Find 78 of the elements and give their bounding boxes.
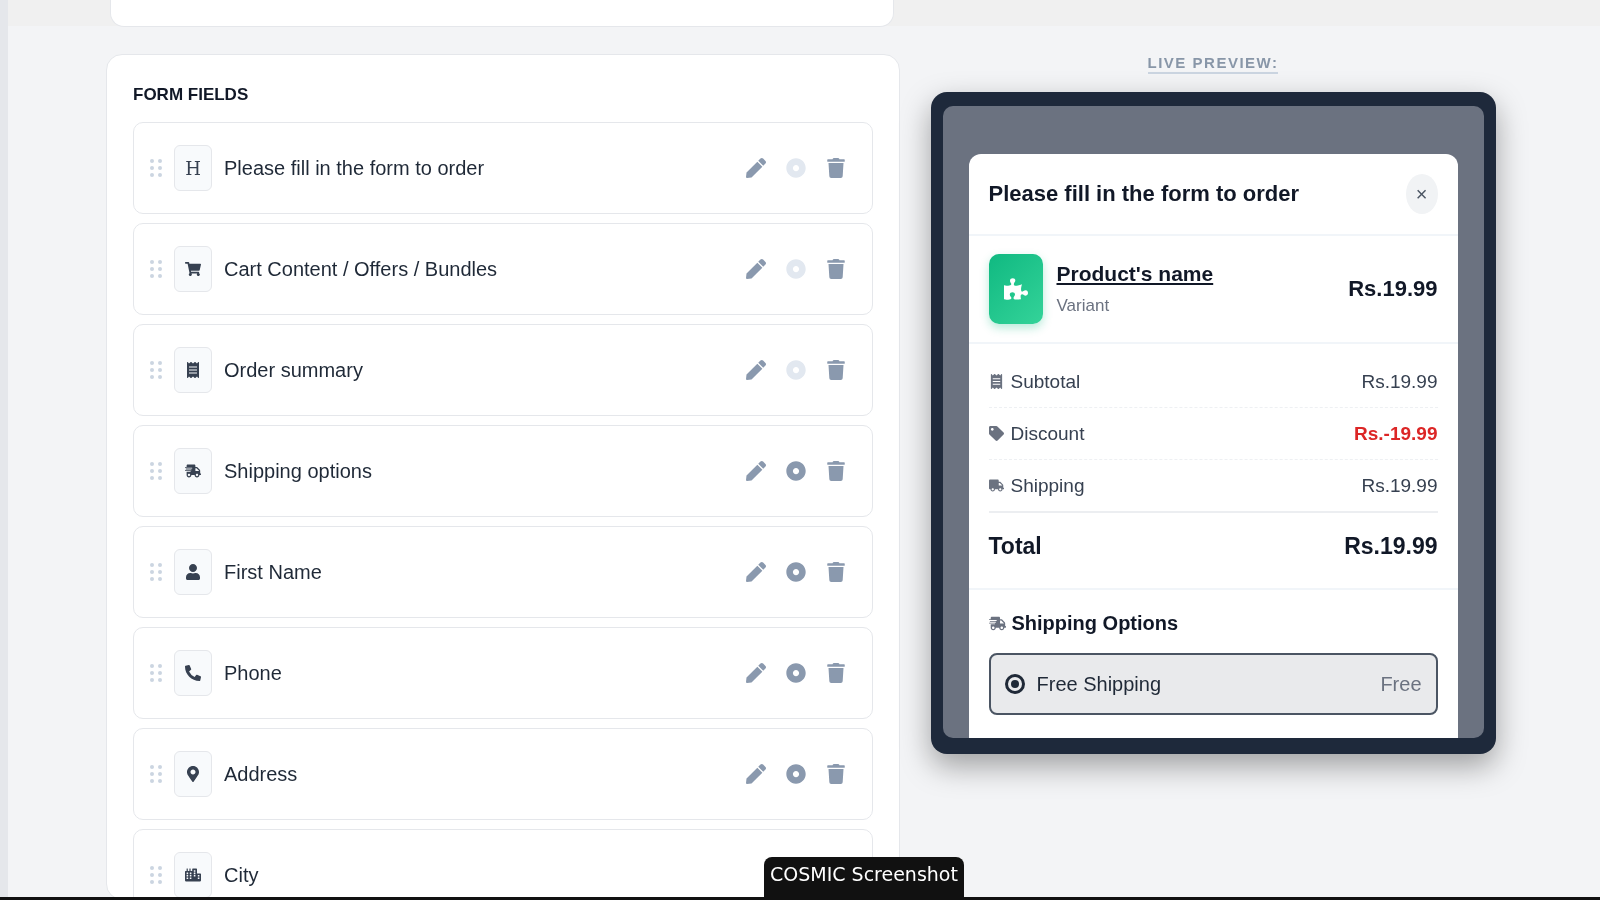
field-label: Address [224, 762, 298, 786]
field-row[interactable]: H Please fill in the form to order [133, 122, 873, 214]
field-row[interactable]: First Name [133, 526, 873, 618]
edit-button[interactable] [746, 158, 766, 178]
delete-button[interactable] [826, 360, 846, 380]
edit-button[interactable] [746, 259, 766, 279]
edit-button[interactable] [746, 461, 766, 481]
option-label: Free Shipping [1036, 672, 1163, 696]
summary-value: Rs.19.99 [1361, 370, 1438, 393]
field-label: City [224, 863, 259, 887]
visibility-toggle[interactable] [786, 562, 806, 582]
field-label: First Name [224, 560, 322, 584]
field-label: Cart Content / Offers / Bundles [224, 257, 498, 281]
delete-button[interactable] [826, 663, 846, 683]
field-label: Please fill in the form to order [224, 156, 485, 180]
drag-handle-icon[interactable] [150, 562, 162, 582]
field-label: Phone [224, 661, 282, 685]
shipping-options-title: Shipping Options [1011, 612, 1179, 635]
visibility-toggle[interactable] [786, 764, 806, 784]
puzzle-icon [1003, 277, 1028, 301]
radio-button[interactable] [1004, 674, 1025, 694]
city-icon [185, 867, 201, 883]
product-name-link[interactable]: Product's name [1056, 262, 1214, 286]
close-button[interactable]: × [1405, 174, 1438, 214]
option-price: Free [1380, 672, 1422, 696]
preview-label: LIVE PREVIEW: [1147, 54, 1279, 74]
delete-button[interactable] [826, 158, 846, 178]
delete-button[interactable] [826, 259, 846, 279]
receipt-icon [988, 374, 1004, 389]
product-variant: Variant [1056, 296, 1111, 316]
edit-button[interactable] [746, 764, 766, 784]
visibility-toggle[interactable] [786, 461, 806, 481]
cart-icon [185, 261, 201, 277]
shipping-option[interactable]: Free Shipping Free [988, 653, 1438, 715]
delete-button[interactable] [826, 461, 846, 481]
modal-title: Please fill in the form to order [988, 181, 1299, 207]
truck-icon [988, 478, 1004, 493]
tag-icon [988, 426, 1004, 441]
drag-handle-icon[interactable] [150, 158, 162, 178]
product-price: Rs.19.99 [1348, 276, 1438, 302]
field-row[interactable]: Address [133, 728, 873, 820]
drag-handle-icon[interactable] [150, 259, 162, 279]
field-row[interactable]: Cart Content / Offers / Bundles [133, 223, 873, 315]
tooltip: COSMIC Screenshot [764, 857, 964, 897]
phone-icon [185, 665, 201, 681]
field-row[interactable]: Shipping options [133, 425, 873, 517]
summary-value: Rs.19.99 [1361, 474, 1438, 497]
user-icon [185, 564, 201, 580]
total-label: Total [988, 533, 1042, 560]
delete-button[interactable] [826, 562, 846, 582]
field-row[interactable]: Phone [133, 627, 873, 719]
field-row[interactable]: Order summary [133, 324, 873, 416]
heading-icon: H [185, 157, 201, 179]
truck-icon [185, 463, 201, 479]
truck-icon [988, 615, 1006, 632]
visibility-toggle[interactable] [786, 663, 806, 683]
drag-handle-icon[interactable] [150, 663, 162, 683]
visibility-toggle[interactable] [786, 360, 806, 380]
receipt-icon [185, 362, 201, 378]
summary-label: Shipping [1010, 474, 1086, 497]
drag-handle-icon[interactable] [150, 865, 162, 885]
edit-button[interactable] [746, 360, 766, 380]
drag-handle-icon[interactable] [150, 764, 162, 784]
visibility-toggle[interactable] [786, 158, 806, 178]
visibility-toggle[interactable] [786, 259, 806, 279]
summary-value: Rs.-19.99 [1354, 422, 1438, 445]
edit-button[interactable] [746, 663, 766, 683]
total-value: Rs.19.99 [1344, 533, 1438, 560]
edit-button[interactable] [746, 562, 766, 582]
summary-label: Discount [1010, 422, 1086, 445]
summary-label: Subtotal [1010, 370, 1082, 393]
field-label: Shipping options [224, 459, 372, 483]
delete-button[interactable] [826, 764, 846, 784]
map-pin-icon [185, 766, 201, 782]
drag-handle-icon[interactable] [150, 461, 162, 481]
section-title: FORM FIELDS [133, 85, 250, 105]
drag-handle-icon[interactable] [150, 360, 162, 380]
field-label: Order summary [224, 358, 363, 382]
